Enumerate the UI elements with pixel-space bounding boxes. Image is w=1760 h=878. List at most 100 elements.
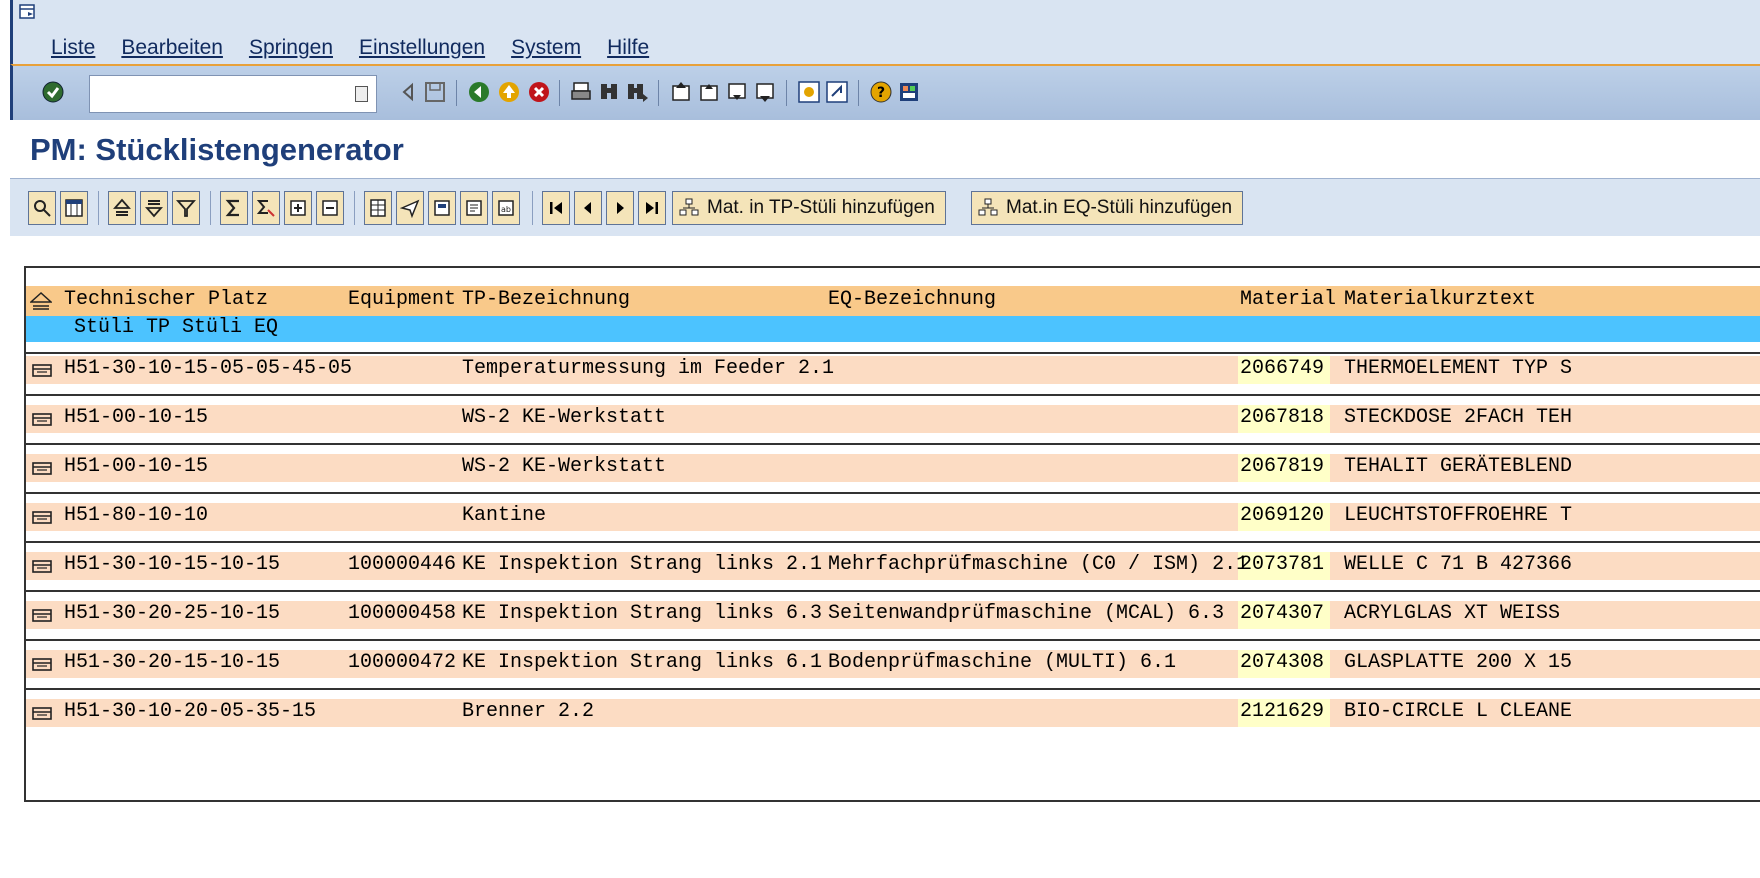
row-divider — [26, 688, 1760, 690]
help-icon[interactable]: ? — [869, 80, 893, 104]
cell-technischer-platz: H51-30-10-15-05-05-45-05 — [64, 357, 353, 380]
create-session-icon[interactable] — [797, 80, 821, 104]
title-area: PM: Stücklistengenerator — [10, 120, 1760, 178]
subtotal-icon — [256, 200, 275, 217]
next-entry-button[interactable] — [606, 191, 634, 225]
folder-icon[interactable] — [32, 706, 52, 720]
select-all-icon[interactable] — [30, 292, 52, 310]
subtotal-button[interactable] — [252, 191, 280, 225]
menu-springen[interactable]: Springen — [249, 36, 333, 60]
folder-icon[interactable] — [32, 510, 52, 524]
table-row[interactable]: H51-00-10-15 WS-2 KE-Werkstatt 2067818 STEC… — [26, 405, 1760, 433]
folder-icon[interactable] — [32, 559, 52, 573]
previous-page-icon[interactable] — [697, 80, 721, 104]
column-header-material[interactable]: Material — [1240, 288, 1336, 311]
menu-bearbeiten[interactable]: Bearbeiten — [121, 36, 223, 60]
choose-layout-button[interactable] — [60, 191, 88, 225]
sort-ascending-icon — [113, 198, 131, 216]
table-row[interactable]: H51-30-10-20-05-35-15 Brenner 2.2 2121629 B… — [26, 699, 1760, 727]
collapse-button[interactable] — [316, 191, 344, 225]
cell-material: 2074308 — [1240, 651, 1325, 674]
column-header-technischer-platz[interactable]: Technischer Platz — [64, 288, 268, 311]
export-button[interactable] — [364, 191, 392, 225]
add-material-eq-bom-label: Mat.in EQ-Stüli hinzufügen — [1006, 197, 1233, 218]
cell-tp-bezeichnung: WS-2 KE-Werkstatt — [462, 455, 667, 478]
cell-equipment: 100000446 — [348, 553, 457, 576]
menu-hilfe[interactable]: Hilfe — [607, 36, 649, 60]
expand-button[interactable] — [284, 191, 312, 225]
enter-check-icon[interactable] — [41, 80, 65, 104]
folder-icon[interactable] — [32, 657, 52, 671]
shortcut-icon[interactable] — [825, 80, 849, 104]
sort-descending-button[interactable] — [140, 191, 168, 225]
cell-technischer-platz: H51-30-20-15-10-15 — [64, 651, 281, 674]
find-next-icon[interactable] — [625, 80, 649, 104]
folder-icon[interactable] — [32, 412, 52, 426]
cell-tp-bezeichnung: KE Inspektion Strang links 6.1 — [462, 651, 823, 674]
cell-material: 2066749 — [1240, 357, 1325, 380]
row-divider — [26, 443, 1760, 445]
back-icon[interactable] — [467, 80, 491, 104]
menu-system[interactable]: System — [511, 36, 581, 60]
table-row[interactable]: H51-30-10-15-05-05-45-05 Temperaturmessun… — [26, 356, 1760, 384]
find-icon[interactable] — [597, 80, 621, 104]
layout-menu-icon[interactable] — [897, 80, 921, 104]
back-arrow-small-icon[interactable] — [397, 80, 421, 104]
next-page-icon[interactable] — [725, 80, 749, 104]
first-page-icon[interactable] — [669, 80, 693, 104]
folder-icon[interactable] — [32, 363, 52, 377]
column-header-equipment[interactable]: Equipment — [348, 288, 456, 311]
cancel-icon[interactable] — [527, 80, 551, 104]
command-history-icon[interactable] — [355, 86, 368, 102]
row-divider — [26, 639, 1760, 641]
details-button[interactable] — [28, 191, 56, 225]
add-material-eq-bom-button[interactable]: Mat.in EQ-Stüli hinzufügen — [971, 191, 1244, 225]
expand-icon — [290, 200, 306, 216]
row-divider — [26, 590, 1760, 592]
menu-liste[interactable]: Liste — [51, 36, 95, 60]
last-entry-button[interactable] — [638, 191, 666, 225]
first-entry-button[interactable] — [542, 191, 570, 225]
table-row[interactable]: H51-30-10-15-10-15 100000446 KE Inspektion… — [26, 552, 1760, 580]
cell-materialkurztext: TEHALIT GERÄTEBLEND — [1344, 455, 1573, 478]
print-icon[interactable] — [569, 80, 593, 104]
abc-analysis-button[interactable]: ab — [492, 191, 520, 225]
send-button[interactable] — [396, 191, 424, 225]
cell-tp-bezeichnung: Temperaturmessung im Feeder 2.1 — [462, 357, 835, 380]
table-row[interactable]: H51-30-20-15-10-15 100000472 KE Inspektion… — [26, 650, 1760, 678]
filter-button[interactable] — [172, 191, 200, 225]
application-toolbar: ab Mat. in TP-Stüli hinzufügen Mat.in EQ… — [10, 178, 1760, 236]
separator — [858, 80, 859, 106]
table-row[interactable]: H51-80-10-10 Kantine 2069120 LEUCHTSTOFFROE… — [26, 503, 1760, 531]
cell-equipment: 100000458 — [348, 602, 457, 625]
previous-entry-button[interactable] — [574, 191, 602, 225]
menu-icon[interactable] — [19, 4, 35, 19]
menu-bar: Liste Bearbeiten Springen Einstellungen … — [10, 0, 1760, 64]
save-icon[interactable] — [423, 80, 447, 104]
add-material-tp-bom-button[interactable]: Mat. in TP-Stüli hinzufügen — [672, 191, 946, 225]
last-page-icon[interactable] — [753, 80, 777, 104]
sort-ascending-button[interactable] — [108, 191, 136, 225]
cell-materialkurztext: GLASPLATTE 200 X 15 — [1344, 651, 1573, 674]
table-row[interactable]: H51-00-10-15 WS-2 KE-Werkstatt 2067819 TEHA… — [26, 454, 1760, 482]
menu-einstellungen[interactable]: Einstellungen — [359, 36, 485, 60]
bom-structure-icon — [978, 198, 998, 216]
folder-icon[interactable] — [32, 461, 52, 475]
cell-material: 2121629 — [1240, 700, 1325, 723]
cell-tp-bezeichnung: KE Inspektion Strang links 6.3 — [462, 602, 823, 625]
column-header-eq-bezeichnung[interactable]: EQ-Bezeichnung — [828, 288, 996, 311]
filter-icon — [176, 200, 196, 217]
send-icon — [400, 199, 420, 218]
folder-icon[interactable] — [32, 608, 52, 622]
column-header-materialkurztext[interactable]: Materialkurztext — [1344, 288, 1536, 311]
cell-tp-bezeichnung: Brenner 2.2 — [462, 700, 595, 723]
command-field[interactable] — [89, 75, 377, 113]
table-row[interactable]: H51-30-20-25-10-15 100000458 KE Inspektion… — [26, 601, 1760, 629]
total-button[interactable] — [220, 191, 248, 225]
separator — [658, 80, 659, 106]
print-preview-button[interactable] — [460, 191, 488, 225]
exit-icon[interactable] — [497, 80, 521, 104]
save-layout-button[interactable] — [428, 191, 456, 225]
column-header-tp-bezeichnung[interactable]: TP-Bezeichnung — [462, 288, 630, 311]
cell-material: 2074307 — [1240, 602, 1325, 625]
